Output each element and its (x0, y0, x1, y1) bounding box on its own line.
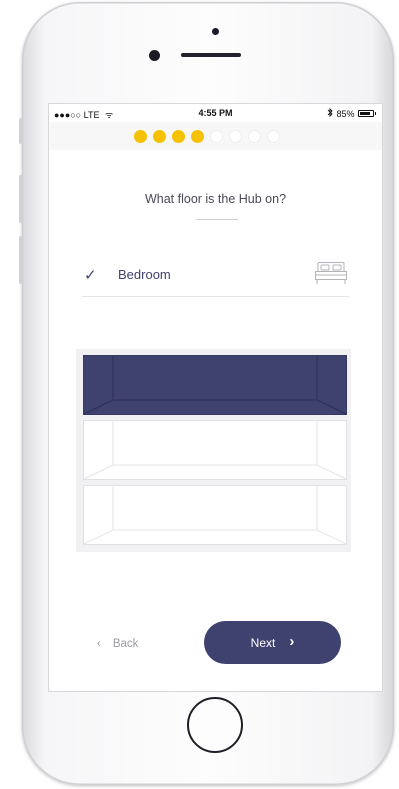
status-right: 85% (327, 107, 376, 119)
bluetooth-icon (327, 107, 334, 119)
selected-room-label: Bedroom (118, 267, 171, 282)
bed-icon (313, 260, 349, 291)
battery-tip (374, 112, 376, 115)
progress-dot-complete (134, 130, 147, 143)
next-label: Next (250, 635, 276, 650)
front-camera (149, 50, 160, 61)
progress-dot-complete (153, 130, 166, 143)
title-divider (196, 219, 238, 220)
volume-down-button (19, 236, 23, 284)
battery-percent: 85% (336, 108, 355, 119)
floor-picker (76, 349, 351, 552)
selected-room-row[interactable]: ✓ Bedroom (82, 254, 349, 297)
app-screen: ●●●○○ LTE ᯤ 4:55 PM 85% What floor is th… (49, 104, 382, 691)
volume-up-button (19, 175, 23, 223)
floor-option-middle[interactable] (83, 420, 347, 480)
home-button[interactable] (187, 697, 243, 753)
progress-dot-pending (210, 130, 223, 143)
back-label: Back (112, 638, 139, 650)
progress-dot-pending (267, 130, 280, 143)
progress-bar (49, 122, 382, 150)
back-button[interactable]: ‹ Back (97, 638, 138, 650)
battery-icon (357, 110, 374, 117)
chevron-left-icon: ‹ (97, 638, 101, 650)
proximity-sensor (212, 28, 219, 35)
earpiece-speaker (181, 53, 241, 57)
progress-dots (134, 130, 280, 143)
floor-option-top[interactable] (83, 355, 347, 415)
progress-dot-complete (191, 130, 204, 143)
battery-level (359, 112, 370, 115)
status-bar: ●●●○○ LTE ᯤ 4:55 PM 85% (49, 104, 382, 124)
mute-switch (19, 118, 23, 144)
question-title: What floor is the Hub on? (144, 192, 287, 206)
chevron-right-icon: › (289, 633, 295, 650)
floor-option-bottom[interactable] (83, 485, 347, 545)
progress-dot-pending (248, 130, 261, 143)
checkmark-icon: ✓ (84, 267, 97, 284)
progress-dot-pending (229, 130, 242, 143)
next-button[interactable]: Next › (204, 621, 341, 664)
progress-dot-complete (172, 130, 185, 143)
